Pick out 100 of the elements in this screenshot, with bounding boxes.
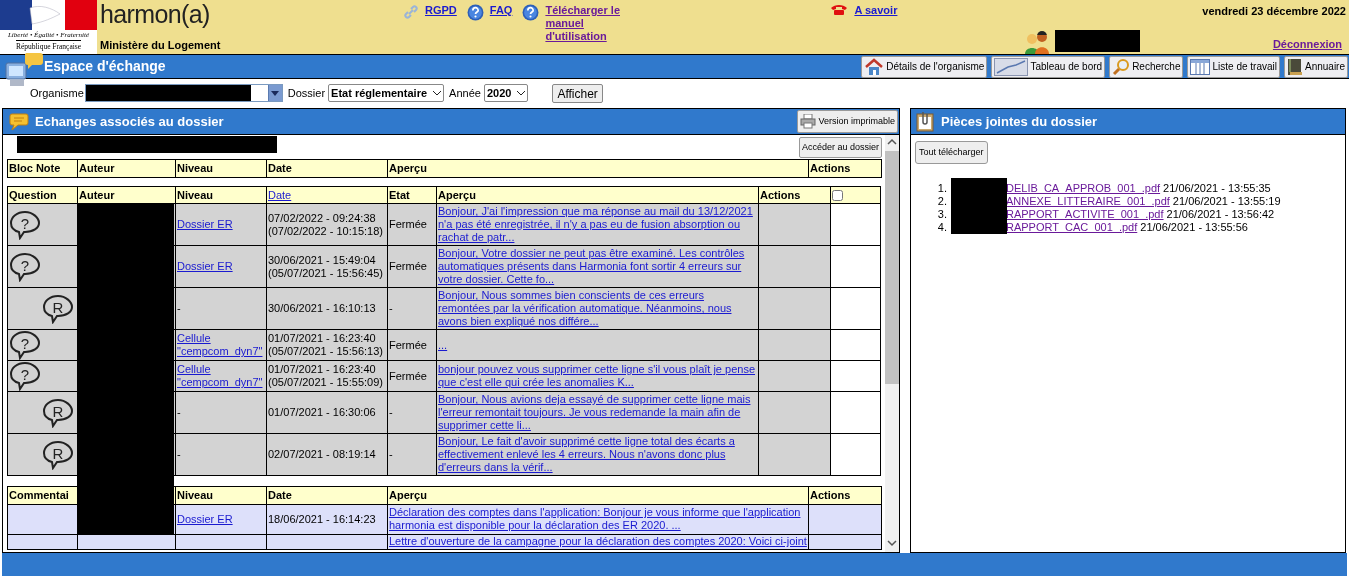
attachment-link[interactable]: DELIB_CA_APPROB_001_.pdf	[1006, 182, 1161, 195]
header-link[interactable]: Télécharger le manuel d'utilisation	[545, 4, 636, 43]
chevron-down-icon	[433, 90, 442, 96]
column-header: Date	[266, 159, 388, 177]
toolbar-button[interactable]: Détails de l'organisme	[861, 55, 988, 78]
house-icon	[864, 57, 885, 76]
table-cell: Fermée	[389, 260, 427, 272]
column-header: Auteur	[77, 159, 176, 177]
message-preview-link[interactable]: Bonjour, Le fait d'avoir supprimé cette ligne total des écarts a effectivement enlevé les 4 erreurs. Nous n'avons donc plus d'erreurs dans la vérif...	[438, 435, 757, 474]
toolbar-button[interactable]: Annuaire	[1283, 55, 1348, 78]
column-header: Niveau	[175, 186, 267, 204]
filter-label: Dossier	[287, 85, 326, 101]
column-header: Actions	[808, 486, 882, 504]
message-preview-link[interactable]: Bonjour, J'ai l'impression que ma réponse au mail du 13/12/2021 n'a pas été enregistrée, il n'y a pas eu de fusion absorption ou rachat de patr...	[438, 205, 757, 244]
niveau-link[interactable]: Dossier ER	[177, 260, 233, 273]
table-icon	[1190, 58, 1211, 75]
table-cell: 30/06/2021 - 15:49:04 (05/07/2021 - 15:56:45)	[268, 253, 383, 280]
column-header: Aperçu	[387, 486, 809, 504]
chevron-down-icon	[517, 90, 526, 96]
comment-preview-link[interactable]: Lettre d'ouverture de la campagne pour la déclaration des comptes 2020: Voici ci-joint	[389, 535, 807, 548]
select-all-checkbox[interactable]	[832, 190, 843, 202]
reply-bubble-icon: R	[42, 293, 74, 324]
harmonia-logo: harmon(a)	[100, 0, 210, 28]
table-cell: Fermée	[389, 369, 427, 382]
current-date: vendredi 23 décembre 2022	[1202, 4, 1346, 19]
toolbar-button[interactable]: Recherche	[1109, 55, 1184, 78]
toolbar-button[interactable]: Tableau de bord	[991, 55, 1106, 78]
panel-title: Pièces jointes du dossier	[941, 112, 1098, 131]
panel-title: Echanges associés au dossier	[35, 112, 224, 131]
question-bubble-icon: ?	[9, 330, 41, 360]
list-number: 1.	[936, 182, 947, 195]
table-cell: 01/07/2021 - 16:23:40 (05/07/2021 - 15:55:09)	[268, 363, 383, 389]
column-header: Etat	[387, 186, 437, 204]
toolbar-button[interactable]: Liste de travail	[1187, 55, 1280, 78]
organisme-combo-field[interactable]	[84, 84, 283, 102]
table-cell: 02/07/2021 - 08:19:14	[268, 448, 376, 461]
table-cell: -	[389, 448, 393, 460]
page-title: Espace d'échange	[44, 57, 166, 76]
table-cell: -	[177, 406, 181, 418]
download-all-button[interactable]: Tout télécharger	[915, 141, 988, 164]
attachment-date: 21/06/2021 - 13:55:19	[1172, 195, 1281, 208]
message-preview-link[interactable]: Bonjour, Nous sommes bien conscients de ces erreurs remontées par la vérification automatique. Néanmoins, nous avons bien expliqué nos différe...	[438, 289, 757, 328]
clipboard-icon	[915, 111, 935, 132]
logout-link[interactable]: Déconnexion	[1272, 35, 1342, 52]
column-header: Question	[7, 186, 78, 204]
table-cell: 30/06/2021 - 16:10:13	[268, 302, 376, 315]
column-header: Bloc Note	[7, 159, 78, 177]
column-header: Commentai	[7, 486, 78, 504]
table-cell: 01/07/2021 - 16:23:40 (05/07/2021 - 15:56:13)	[268, 332, 383, 358]
attachment-date: 21/06/2021 - 13:56:42	[1166, 208, 1275, 221]
column-header: Date	[266, 486, 388, 504]
ministry-name: Ministère du Logement	[100, 37, 221, 53]
phone-icon	[830, 4, 849, 16]
search-icon	[1112, 57, 1131, 76]
book-icon	[1286, 57, 1303, 76]
print-button[interactable]: Version imprimable	[797, 110, 898, 133]
attachment-link[interactable]: RAPPORT_ACTIVITE_001_.pdf	[1006, 208, 1164, 221]
table-cell: Fermée	[389, 218, 427, 230]
table-cell: -	[177, 448, 181, 460]
filter-label: Année	[449, 85, 481, 101]
reply-bubble-icon: R	[42, 397, 74, 428]
comment-preview-link[interactable]: Déclaration des comptes dans l'application: Bonjour je vous informe que l'application harmonia est disponible pour la déclaration des ER 2020. ...	[389, 506, 807, 532]
link-icon	[403, 4, 419, 20]
table-cell: 18/06/2021 - 16:14:23	[268, 512, 376, 525]
open-dossier-button[interactable]: Accéder au dossier	[798, 137, 882, 158]
message-preview-link[interactable]: Bonjour, Nous avions deja essayé de supprimer cette ligne mais l'erreur remontait toujours. Je vous redemande la main afin de supprimer cette li...	[438, 393, 757, 432]
reply-bubble-icon: R	[42, 439, 74, 470]
attachment-date: 21/06/2021 - 13:55:35	[1163, 182, 1271, 195]
attachment-link[interactable]: RAPPORT_CAC_001_.pdf	[1006, 221, 1138, 234]
sort-date-link[interactable]: Date	[268, 188, 292, 201]
header-link[interactable]: RGPD	[425, 4, 457, 17]
question-bubble-icon: ?	[9, 209, 41, 240]
table-cell: 01/07/2021 - 16:30:06	[268, 406, 376, 419]
column-header: Actions	[758, 186, 831, 204]
dossier-select[interactable]: Etat réglementaire	[328, 84, 445, 102]
help-icon	[466, 4, 484, 21]
table-cell: -	[389, 406, 393, 418]
table-cell: Fermée	[389, 338, 427, 351]
header-link[interactable]: FAQ	[489, 4, 513, 17]
chat-bubble-icon	[9, 111, 29, 132]
column-header: Auteur	[77, 186, 176, 204]
table-cell: -	[389, 302, 393, 314]
niveau-link[interactable]: Dossier ER	[177, 218, 233, 231]
column-header: Actions	[808, 159, 882, 177]
annee-select[interactable]: 2020	[483, 84, 529, 102]
column-header: Niveau	[175, 486, 267, 504]
column-header: Aperçu	[436, 186, 759, 204]
column-header: Niveau	[175, 159, 267, 177]
chart-icon	[994, 57, 1029, 76]
column-header: Aperçu	[387, 159, 809, 177]
afficher-button[interactable]: Afficher	[552, 83, 603, 103]
scrollbar[interactable]	[885, 135, 899, 552]
printer-icon	[800, 114, 817, 129]
message-preview-link[interactable]: Bonjour, Votre dossier ne peut pas être examiné. Les contrôles automatiques présents dans Harmonia font sortir 4 erreurs sur votre dossier. Cette fo...	[438, 247, 757, 286]
header-link[interactable]: A savoir	[854, 4, 898, 17]
question-bubble-icon: ?	[9, 361, 41, 391]
redacted-block	[951, 178, 1007, 234]
list-number: 4.	[936, 221, 947, 234]
table-cell: 07/02/2022 - 09:24:38 (07/02/2022 - 10:15:18)	[268, 211, 383, 238]
attachment-link[interactable]: ANNEXE_LITTERAIRE_001_.pdf	[1006, 195, 1170, 208]
